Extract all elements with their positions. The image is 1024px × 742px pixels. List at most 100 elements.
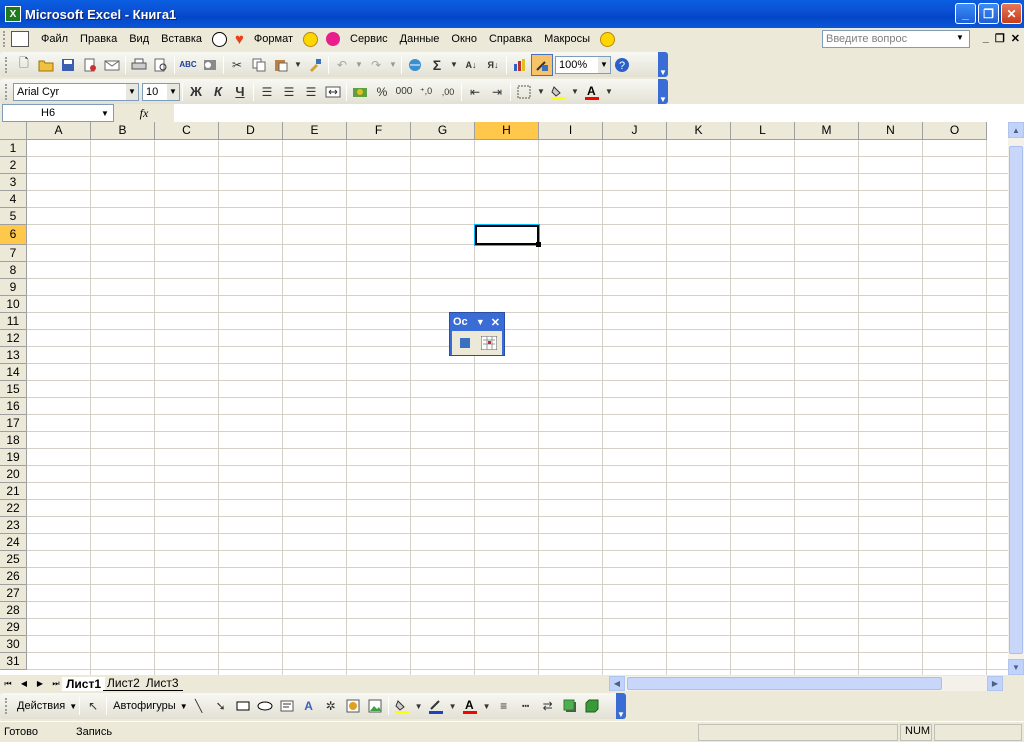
row-header-4[interactable]: 4 xyxy=(0,191,27,208)
column-header-e[interactable]: E xyxy=(283,122,347,140)
row-header-16[interactable]: 16 xyxy=(0,398,27,415)
spelling-icon[interactable]: ABC xyxy=(177,54,199,76)
row-header-31[interactable]: 31 xyxy=(0,653,27,670)
row-header-18[interactable]: 18 xyxy=(0,432,27,449)
chevron-down-icon[interactable]: ▼ xyxy=(476,317,485,327)
chevron-down-icon[interactable]: ▼ xyxy=(387,54,399,76)
menu-help[interactable]: Справка xyxy=(483,33,538,45)
align-center-icon[interactable]: ☰ xyxy=(278,81,300,103)
save-icon[interactable] xyxy=(57,54,79,76)
vertical-scrollbar[interactable]: ▲ ▼ xyxy=(1008,122,1024,675)
row-header-27[interactable]: 27 xyxy=(0,585,27,602)
column-header-a[interactable]: A xyxy=(27,122,91,140)
underline-button[interactable]: Ч xyxy=(229,81,251,103)
align-left-icon[interactable]: ☰ xyxy=(256,81,278,103)
ask-question-box[interactable]: Введите вопрос ▼ xyxy=(822,30,970,48)
smiley-icon[interactable] xyxy=(600,31,615,47)
sheet-tab-3[interactable]: Лист3 xyxy=(141,676,183,691)
ask-question-input[interactable]: Введите вопрос xyxy=(826,33,954,45)
doc-close-button[interactable]: ✕ xyxy=(1011,32,1020,45)
chevron-down-icon[interactable]: ▼ xyxy=(126,83,138,100)
prev-sheet-icon[interactable]: ◀ xyxy=(16,679,32,688)
merge-center-icon[interactable] xyxy=(322,81,344,103)
sheet-tab-2[interactable]: Лист2 xyxy=(103,676,144,691)
oval-icon[interactable] xyxy=(254,695,276,717)
close-icon[interactable]: ✕ xyxy=(491,316,500,329)
select-all-button[interactable] xyxy=(0,122,27,140)
dash-style-icon[interactable]: ┅ xyxy=(515,695,537,717)
row-header-19[interactable]: 19 xyxy=(0,449,27,466)
arrow-style-icon[interactable]: ⇄ xyxy=(537,695,559,717)
row-header-9[interactable]: 9 xyxy=(0,279,27,296)
row-header-30[interactable]: 30 xyxy=(0,636,27,653)
menu-view[interactable]: Вид xyxy=(123,33,155,45)
row-header-7[interactable]: 7 xyxy=(0,245,27,262)
row-header-26[interactable]: 26 xyxy=(0,568,27,585)
line-color-icon[interactable] xyxy=(425,695,447,717)
select-objects-icon[interactable]: ↖ xyxy=(82,695,104,717)
column-header-m[interactable]: M xyxy=(795,122,859,140)
chevron-down-icon[interactable]: ▼ xyxy=(180,702,188,711)
print-preview-icon[interactable] xyxy=(150,54,172,76)
undo-icon[interactable]: ↶ xyxy=(331,54,353,76)
column-header-i[interactable]: I xyxy=(539,122,603,140)
flower-icon[interactable] xyxy=(326,32,340,46)
column-header-c[interactable]: C xyxy=(155,122,219,140)
row-header-24[interactable]: 24 xyxy=(0,534,27,551)
row-header-29[interactable]: 29 xyxy=(0,619,27,636)
menu-tools[interactable]: Сервис xyxy=(344,33,394,45)
increase-decimal-button[interactable]: ⁺,0 xyxy=(415,81,437,103)
copy-icon[interactable] xyxy=(248,54,270,76)
floating-toolbar-header[interactable]: Oc ▼ ✕ xyxy=(450,313,504,331)
open-folder-icon[interactable] xyxy=(35,54,57,76)
chevron-down-icon[interactable]: ▼ xyxy=(481,695,493,717)
font-name-combo[interactable]: Arial Cyr ▼ xyxy=(13,82,139,101)
print-icon[interactable] xyxy=(128,54,150,76)
horizontal-scroll-thumb[interactable] xyxy=(627,677,942,690)
sheet-tab-1[interactable]: Лист1 xyxy=(62,676,106,691)
first-sheet-icon[interactable]: ⏮ xyxy=(0,679,16,689)
menu-insert[interactable]: Вставка xyxy=(155,33,208,45)
formula-input[interactable] xyxy=(174,104,1024,122)
rectangle-icon[interactable] xyxy=(232,695,254,717)
redo-icon[interactable]: ↷ xyxy=(365,54,387,76)
column-header-g[interactable]: G xyxy=(411,122,475,140)
chevron-down-icon[interactable]: ▼ xyxy=(535,81,547,103)
active-cell[interactable] xyxy=(474,224,540,246)
drawing-toggle-icon[interactable] xyxy=(531,53,553,76)
menu-macros[interactable]: Макросы xyxy=(538,33,596,45)
vertical-scroll-thumb[interactable] xyxy=(1009,146,1023,654)
shadow-icon[interactable] xyxy=(559,695,581,717)
toolbar-options-icon[interactable]: ▼ xyxy=(658,52,668,77)
chevron-down-icon[interactable]: ▼ xyxy=(569,81,581,103)
scroll-left-icon[interactable]: ◀ xyxy=(609,676,625,691)
row-header-20[interactable]: 20 xyxy=(0,466,27,483)
scroll-right-icon[interactable]: ▶ xyxy=(987,676,1003,691)
text-box-icon[interactable] xyxy=(276,695,298,717)
menu-edit[interactable]: Правка xyxy=(74,33,123,45)
new-document-icon[interactable]: 🗋 xyxy=(13,54,35,76)
permission-icon[interactable] xyxy=(79,54,101,76)
3d-style-icon[interactable] xyxy=(581,695,603,717)
row-header-21[interactable]: 21 xyxy=(0,483,27,500)
bold-button[interactable]: Ж xyxy=(185,81,207,103)
close-button[interactable]: ✕ xyxy=(1001,3,1022,24)
row-header-25[interactable]: 25 xyxy=(0,551,27,568)
hyperlink-icon[interactable] xyxy=(404,54,426,76)
chevron-down-icon[interactable]: ▼ xyxy=(598,56,610,73)
row-header-22[interactable]: 22 xyxy=(0,500,27,517)
row-header-28[interactable]: 28 xyxy=(0,602,27,619)
column-header-h[interactable]: H xyxy=(475,122,539,140)
row-header-6[interactable]: 6 xyxy=(0,225,27,245)
worksheet-grid[interactable]: A B C D E F G H I J K L M N O 1 2 3 4 5 6 7 8 9 10 11 12 13 14 15 16 17… xyxy=(0,122,1008,675)
toolbar-options-icon[interactable]: ▼ xyxy=(658,79,668,104)
menu-data[interactable]: Данные xyxy=(394,33,446,45)
row-header-13[interactable]: 13 xyxy=(0,347,27,364)
autoshapes-menu[interactable]: Автофигуры xyxy=(109,700,180,712)
cut-icon[interactable]: ✂ xyxy=(226,54,248,76)
horizontal-scrollbar[interactable]: ◀ ▶ xyxy=(609,676,1003,691)
font-color-icon[interactable]: A xyxy=(581,81,603,103)
chevron-down-icon[interactable]: ▼ xyxy=(954,33,966,45)
column-header-o[interactable]: O xyxy=(923,122,987,140)
chevron-down-icon[interactable]: ▼ xyxy=(167,83,179,100)
